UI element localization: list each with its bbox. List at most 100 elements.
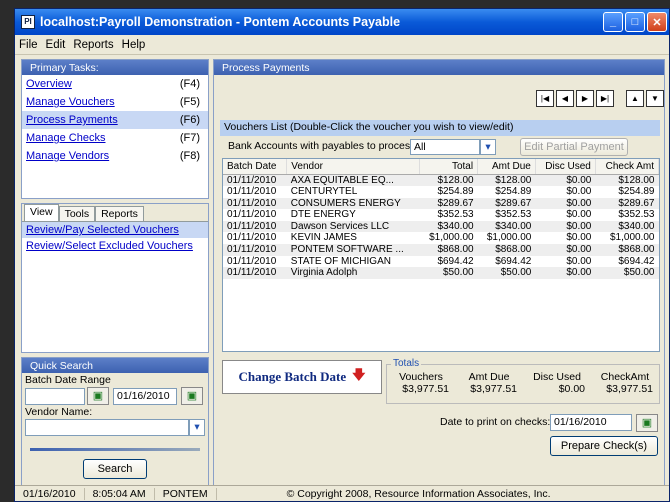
cell: 01/11/2010 xyxy=(227,209,277,221)
date-to-print-field[interactable]: 01/16/2010 xyxy=(550,414,632,431)
cell: $0.00 xyxy=(566,186,592,198)
cell: $0.00 xyxy=(566,255,592,267)
menu-reports[interactable]: Reports xyxy=(73,39,113,51)
table-row[interactable]: 01/11/2010 STATE OF MICHIGAN $694.42 $694.4… xyxy=(223,256,659,268)
copyright-text: © Copyright 2008, Resource Information A… xyxy=(286,487,551,500)
title-bar: PI localhost:Payroll Demonstration - Pon… xyxy=(15,9,669,35)
cell: $128.00 xyxy=(477,174,536,187)
task-process-payments[interactable]: Process Payments (F6) xyxy=(22,111,208,129)
primary-tasks-panel: Primary Tasks: Overview (F4) Manage Vouch… xyxy=(21,59,209,199)
last-record-icon[interactable]: ▶| xyxy=(596,90,614,107)
table-row[interactable]: 01/11/2010 Virginia Adolph $50.00 $50.00 $0.… xyxy=(223,267,659,279)
tab-view[interactable]: View xyxy=(24,204,59,221)
task-label[interactable]: Process Payments xyxy=(26,111,118,129)
previous-record-icon[interactable]: ◀ xyxy=(556,90,574,107)
task-manage-vendors[interactable]: Manage Vendors (F8) xyxy=(22,147,208,165)
table-row[interactable]: 01/11/2010 AXA EQUITABLE EQ... $128.00 $128… xyxy=(223,174,659,187)
column-header[interactable]: Disc Used xyxy=(535,159,596,175)
up-arrow-icon[interactable]: ▲ xyxy=(626,90,644,107)
cell: $0.00 xyxy=(566,232,592,244)
calendar-icon[interactable]: ▣ xyxy=(181,387,203,405)
batch-date-range-label: Batch Date Range xyxy=(25,374,111,386)
vendor-name-select[interactable] xyxy=(25,419,189,436)
column-header[interactable]: Check Amt xyxy=(595,159,659,175)
close-button[interactable]: ✕ xyxy=(647,12,667,32)
task-manage-checks[interactable]: Manage Checks (F7) xyxy=(22,129,208,147)
cell: 01/11/2010 xyxy=(223,267,287,279)
cell: $0.00 xyxy=(566,209,592,221)
cell: $50.00 xyxy=(595,267,659,279)
totals-legend: Totals xyxy=(391,358,422,369)
cell: DTE ENERGY xyxy=(290,209,356,221)
cell: 01/11/2010 xyxy=(223,244,287,256)
change-batch-date-button[interactable]: Change Batch Date 🡇 xyxy=(222,360,382,394)
cell: KEVIN JAMES xyxy=(290,232,357,244)
cell: $340.00 xyxy=(595,220,659,233)
cell: $352.53 xyxy=(437,209,474,221)
tabs-panel: View Tools Reports Review/Pay Selected V… xyxy=(21,203,209,353)
column-header[interactable]: Vendor xyxy=(286,159,421,175)
tab-row: View Tools Reports xyxy=(22,204,208,222)
review-select-excluded-link[interactable]: Review/Select Excluded Vouchers xyxy=(22,238,208,254)
task-label[interactable]: Manage Checks xyxy=(26,129,106,147)
calendar-icon[interactable]: ▣ xyxy=(636,414,658,432)
cell: $254.89 xyxy=(437,186,474,198)
column-header[interactable]: Amt Due xyxy=(477,159,536,175)
menu-file[interactable]: File xyxy=(19,39,38,51)
table-row[interactable]: 01/11/2010 KEVIN JAMES $1,000.00 $1,000.00 $… xyxy=(223,232,659,244)
to-date-field[interactable]: 01/16/2010 xyxy=(113,387,177,405)
cell: AXA EQUITABLE EQ... xyxy=(286,174,420,187)
table-row[interactable]: 01/11/2010 CENTURYTEL $254.89 $254.89 $0.00 $… xyxy=(223,186,659,198)
review-pay-selected-link[interactable]: Review/Pay Selected Vouchers xyxy=(22,222,208,238)
task-label[interactable]: Manage Vouchers xyxy=(26,93,115,111)
cell: Virginia Adolph xyxy=(286,267,420,279)
record-navigator: |◀ ◀ ▶ ▶| xyxy=(534,90,614,107)
search-button[interactable]: Search xyxy=(83,459,147,479)
task-overview[interactable]: Overview (F4) xyxy=(22,75,208,93)
totals-header: Disc Used xyxy=(533,371,581,383)
cell: $352.53 xyxy=(618,209,655,221)
from-date-field[interactable] xyxy=(25,387,85,405)
cell: $1,000.00 xyxy=(610,232,655,244)
cell: CENTURYTEL xyxy=(290,186,358,198)
minimize-button[interactable]: _ xyxy=(603,12,623,32)
chevron-down-icon[interactable]: ▾ xyxy=(189,419,205,436)
cell: $254.89 xyxy=(495,186,532,198)
table-row[interactable]: 01/11/2010 PONTEM SOFTWARE ... $868.00 $868… xyxy=(223,244,659,256)
down-arrow-icon[interactable]: ▼ xyxy=(646,90,664,107)
quick-search-header: Quick Search xyxy=(22,358,208,373)
process-payments-header: Process Payments xyxy=(214,60,664,75)
table-row[interactable]: 01/11/2010 CONSUMERS ENERGY $289.67 $289.67… xyxy=(223,197,659,210)
cell: $340.00 xyxy=(419,220,478,233)
status-date: 01/16/2010 xyxy=(15,487,85,500)
chevron-down-icon[interactable]: ▾ xyxy=(480,139,496,155)
table-row[interactable]: 01/11/2010 DTE ENERGY $352.53 $352.53 $0.00 $… xyxy=(223,209,659,221)
task-key: (F7) xyxy=(179,132,200,144)
tab-reports[interactable]: Reports xyxy=(95,206,144,221)
task-label[interactable]: Manage Vendors xyxy=(26,147,109,165)
tab-tools[interactable]: Tools xyxy=(58,206,96,221)
quick-search-panel: Quick Search Batch Date Range ▣ 01/16/20… xyxy=(21,357,209,491)
task-key: (F6) xyxy=(179,114,200,126)
maximize-button[interactable]: □ xyxy=(625,12,645,32)
table-row[interactable]: 01/11/2010 Dawson Services LLC $340.00 $340… xyxy=(223,220,659,233)
column-header[interactable]: Batch Date xyxy=(223,159,288,175)
calendar-icon[interactable]: ▣ xyxy=(87,387,109,405)
change-batch-date-label: Change Batch Date xyxy=(238,369,347,384)
menu-edit[interactable]: Edit xyxy=(46,39,66,51)
vouchers-grid[interactable]: Batch Date Vendor Total Amt Due Disc Use… xyxy=(222,158,660,352)
task-manage-vouchers[interactable]: Manage Vouchers (F5) xyxy=(22,93,208,111)
cell: $0.00 xyxy=(535,220,596,233)
cell: $0.00 xyxy=(535,174,596,187)
task-label[interactable]: Overview xyxy=(26,75,72,93)
cell: $0.00 xyxy=(535,197,596,210)
column-header[interactable]: Total xyxy=(419,159,479,175)
edit-partial-payment-button[interactable]: Edit Partial Payment xyxy=(520,138,628,156)
bank-accounts-select[interactable]: All xyxy=(410,139,480,155)
first-record-icon[interactable]: |◀ xyxy=(536,90,554,107)
prepare-checks-button[interactable]: Prepare Check(s) xyxy=(550,436,658,456)
cell: 01/11/2010 xyxy=(227,255,277,267)
task-key: (F5) xyxy=(179,96,200,108)
menu-help[interactable]: Help xyxy=(122,39,146,51)
next-record-icon[interactable]: ▶ xyxy=(576,90,594,107)
